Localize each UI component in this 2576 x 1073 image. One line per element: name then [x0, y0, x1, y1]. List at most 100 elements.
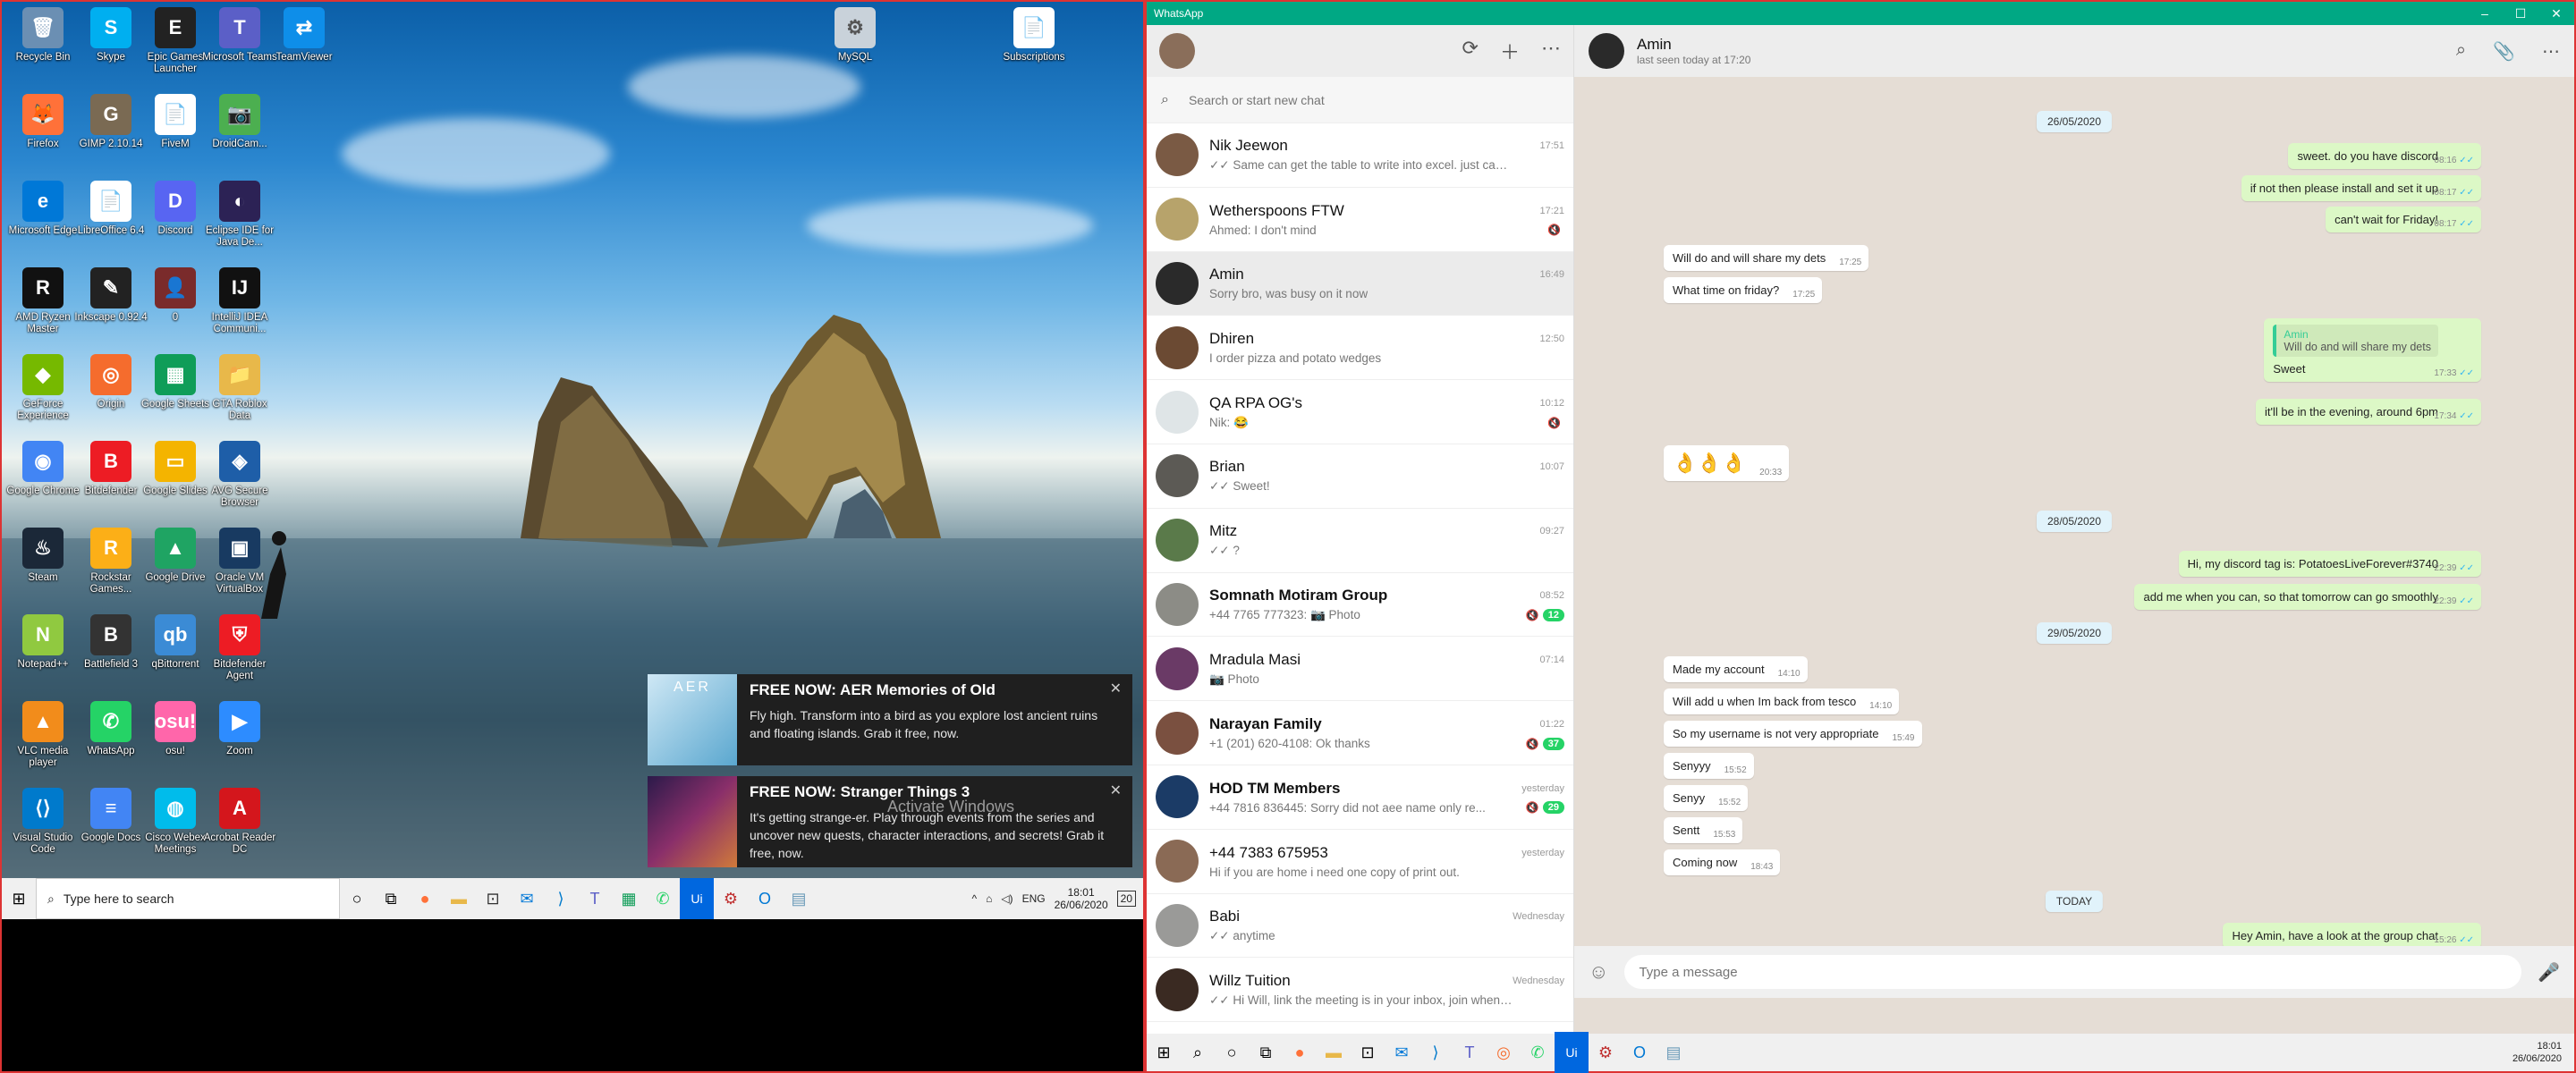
volume-icon[interactable]: ◁): [1001, 892, 1013, 905]
search-icon[interactable]: ⌕: [2456, 40, 2466, 63]
chat-list-item[interactable]: Willz Tuition Wednesday ✓✓ Hi Will, link t…: [1147, 958, 1573, 1023]
incoming-message[interactable]: Coming now 18:43: [1664, 849, 1781, 875]
cortana-icon[interactable]: ○: [340, 878, 374, 919]
epic-notification-aer[interactable]: AER FREE NOW: AER Memories of Old Fly hi…: [648, 674, 1132, 765]
close-icon[interactable]: ✕: [2538, 6, 2574, 21]
cortana-icon[interactable]: ○: [1215, 1032, 1249, 1073]
whatsapp-taskbar-icon[interactable]: ✆: [646, 878, 680, 919]
chat-list-item[interactable]: Somnath Motiram Group 08:52 +44 7765 77732…: [1147, 573, 1573, 638]
chat-list-item[interactable]: Mradula Masi 07:14 📷 Photo: [1147, 637, 1573, 702]
incoming-message[interactable]: So my username is not very appropriate 15…: [1664, 721, 1922, 747]
app-taskbar-icon[interactable]: ◎: [1487, 1032, 1521, 1073]
menu-icon[interactable]: ⋯: [1541, 37, 1561, 65]
my-avatar[interactable]: [1159, 33, 1195, 69]
acrobat-desktop-shortcut[interactable]: A Acrobat Reader DC: [200, 784, 279, 870]
chat-list-item[interactable]: Dhiren 12:50 I order pizza and potato wedg…: [1147, 316, 1573, 381]
steam-desktop-shortcut[interactable]: ♨ Steam: [4, 524, 82, 610]
folder-desktop-shortcut[interactable]: 📁 GTA Roblox Data: [200, 351, 279, 436]
incoming-message[interactable]: 👌👌👌 20:33: [1664, 445, 1790, 481]
chat-list-item[interactable]: HOD TM Members yesterday +44 7816 836445: …: [1147, 765, 1573, 830]
app-taskbar-icon[interactable]: ⚙: [1589, 1032, 1623, 1073]
recycle-bin-desktop-shortcut[interactable]: 🗑 Recycle Bin: [4, 4, 82, 89]
chat-list-item[interactable]: Brian 10:07 ✓✓ Sweet!: [1147, 444, 1573, 509]
maximize-icon[interactable]: ☐: [2503, 6, 2538, 21]
incoming-message[interactable]: Sentt 15:53: [1664, 817, 1743, 843]
incoming-message[interactable]: What time on friday? 17:25: [1664, 277, 1823, 303]
store-icon[interactable]: ⊡: [1351, 1032, 1385, 1073]
amd-ryzen-desktop-shortcut[interactable]: R AMD Ryzen Master: [4, 264, 82, 350]
taskbar-clock[interactable]: 18:01 26/06/2020: [2512, 1040, 2574, 1065]
taskbar-clock[interactable]: 18:01 26/06/2020: [1055, 886, 1108, 911]
document-desktop-shortcut[interactable]: 📄 Subscriptions: [995, 4, 1073, 89]
outgoing-message[interactable]: can't wait for Friday! 08:17: [2326, 207, 2481, 232]
outgoing-message[interactable]: Hi, my discord tag is: PotatoesLiveForev…: [2178, 551, 2481, 577]
explorer-taskbar-icon[interactable]: ▤: [782, 878, 816, 919]
sheets-taskbar-icon[interactable]: ▦: [612, 878, 646, 919]
teamviewer-desktop-shortcut[interactable]: ⇄ TeamViewer: [265, 4, 343, 89]
close-icon[interactable]: ✕: [1110, 782, 1122, 799]
incoming-message[interactable]: Made my account 14:10: [1664, 656, 1808, 682]
chat-list-item[interactable]: Mitz 09:27 ✓✓ ?: [1147, 509, 1573, 573]
close-icon[interactable]: ✕: [1110, 680, 1122, 697]
outgoing-message[interactable]: sweet. do you have discord 08:16: [2288, 143, 2481, 169]
taskbar-search-box[interactable]: ⌕ Type here to search: [36, 878, 340, 919]
firefox-desktop-shortcut[interactable]: 🦊 Firefox: [4, 90, 82, 176]
vlc-desktop-shortcut[interactable]: ▲ VLC media player: [4, 697, 82, 783]
chrome-desktop-shortcut[interactable]: ◉ Google Chrome: [4, 437, 82, 523]
task-view-icon[interactable]: ⧉: [374, 878, 408, 919]
epic-notification-stranger-things[interactable]: FREE NOW: Stranger Things 3 It's getting…: [648, 776, 1132, 867]
chat-search-input[interactable]: [1186, 91, 1527, 108]
network-icon[interactable]: ⌂: [986, 892, 992, 905]
outgoing-message[interactable]: Hey Amin, have a look at the group chat 1…: [2223, 923, 2481, 949]
minimize-icon[interactable]: –: [2467, 6, 2503, 21]
outgoing-message[interactable]: if not then please install and set it up…: [2241, 175, 2481, 201]
chat-list-item[interactable]: Wetherspoons FTW 17:21 Ahmed: I don't mind…: [1147, 188, 1573, 252]
explorer-taskbar-icon[interactable]: ▤: [1657, 1032, 1690, 1073]
uipath-icon[interactable]: Ui: [680, 878, 714, 919]
notepadpp-desktop-shortcut[interactable]: N Notepad++: [4, 611, 82, 697]
file-explorer-icon[interactable]: ▬: [1317, 1032, 1351, 1073]
task-view-icon[interactable]: ⧉: [1249, 1032, 1283, 1073]
contact-avatar[interactable]: [1589, 33, 1624, 69]
quoted-message[interactable]: Amin Will do and will share my dets: [2273, 325, 2438, 357]
new-chat-icon[interactable]: ＋: [1500, 37, 1520, 65]
avg-browser-desktop-shortcut[interactable]: ◈ AVG Secure Browser: [200, 437, 279, 523]
notification-center-icon[interactable]: 20: [1116, 891, 1136, 907]
incoming-message[interactable]: Will add u when Im back from tesco 14:10: [1664, 689, 1900, 714]
chat-list-item[interactable]: Amin 16:49 Sorry bro, was busy on it now: [1147, 251, 1573, 317]
contact-name[interactable]: Amin: [1637, 36, 1750, 54]
vscode-taskbar-icon[interactable]: ⟩: [1419, 1032, 1453, 1073]
uipath-icon[interactable]: Ui: [1555, 1032, 1589, 1073]
start-button[interactable]: ⊞: [1147, 1032, 1181, 1073]
droidcam-desktop-shortcut[interactable]: 📷 DroidCam...: [200, 90, 279, 176]
incoming-message[interactable]: Senyy 15:52: [1664, 785, 1749, 811]
incoming-message[interactable]: Will do and will share my dets 17:25: [1664, 245, 1869, 271]
edge-desktop-shortcut[interactable]: e Microsoft Edge: [4, 177, 82, 263]
microphone-icon[interactable]: 🎤: [2538, 961, 2560, 984]
vscode-desktop-shortcut[interactable]: ⟨⟩ Visual Studio Code: [4, 784, 82, 870]
chat-list-item[interactable]: QA RPA OG's 10:12 Nik: 😂 🔇: [1147, 380, 1573, 444]
mysql-desktop-shortcut[interactable]: ⚙ MySQL: [816, 4, 894, 89]
teams-taskbar-icon[interactable]: T: [1453, 1032, 1487, 1073]
chat-list-item[interactable]: Nik Jeewon 17:51 ✓✓ Same can get the table…: [1147, 123, 1573, 188]
mail-icon[interactable]: ✉: [1385, 1032, 1419, 1073]
store-icon[interactable]: ⊡: [476, 878, 510, 919]
outlook-icon[interactable]: O: [748, 878, 782, 919]
menu-icon[interactable]: ⋯: [2542, 40, 2560, 63]
status-icon[interactable]: ⟳: [1462, 37, 1479, 65]
search-icon[interactable]: ⌕: [1181, 1032, 1215, 1073]
start-button[interactable]: ⊞: [2, 878, 36, 919]
firefox-icon[interactable]: ●: [408, 878, 442, 919]
mail-icon[interactable]: ✉: [510, 878, 544, 919]
file-explorer-icon[interactable]: ▬: [442, 878, 476, 919]
incoming-message[interactable]: Senyyy 15:52: [1664, 753, 1754, 779]
chat-list-item[interactable]: +44 7383 675953 yesterday Hi if you are ho…: [1147, 830, 1573, 894]
outgoing-message[interactable]: add me when you can, so that tomorrow ca…: [2134, 584, 2481, 610]
emoji-icon[interactable]: ☺: [1589, 960, 1608, 984]
firefox-icon[interactable]: ●: [1283, 1032, 1317, 1073]
outlook-icon[interactable]: O: [1623, 1032, 1657, 1073]
attach-icon[interactable]: 📎: [2493, 40, 2515, 63]
geforce-desktop-shortcut[interactable]: ◆ GeForce Experience: [4, 351, 82, 436]
outgoing-message[interactable]: Amin Will do and will share my dets Sweet 1…: [2264, 318, 2481, 382]
message-input[interactable]: [1624, 955, 2522, 989]
